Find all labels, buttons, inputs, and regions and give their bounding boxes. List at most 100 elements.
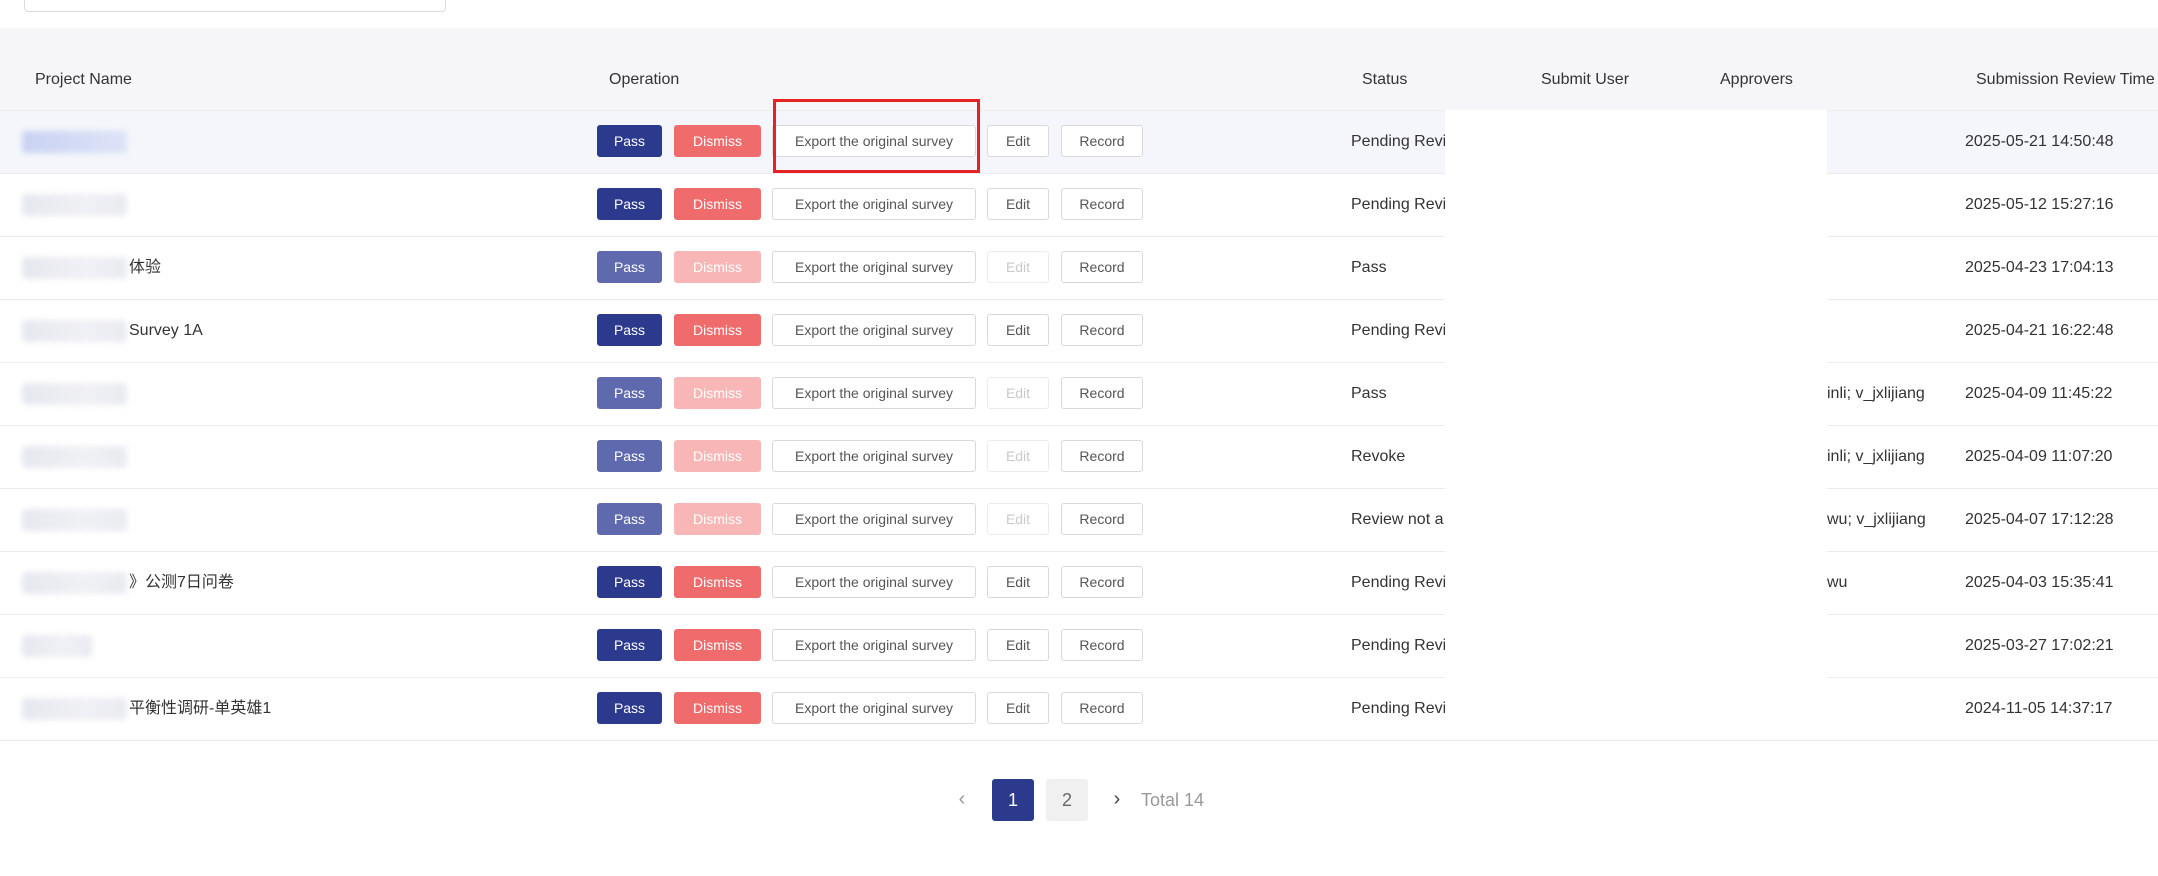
edit-button[interactable]: Edit	[987, 188, 1049, 220]
record-button[interactable]: Record	[1061, 440, 1143, 472]
status-text: Pass	[1351, 385, 1387, 402]
table-row: Pass Dismiss Export the original survey …	[0, 111, 2158, 174]
review-table: Project Name Operation Status Submit Use…	[0, 28, 2158, 741]
approvers-text	[1827, 300, 1932, 362]
dismiss-button[interactable]: Dismiss	[674, 251, 761, 283]
edit-button[interactable]: Edit	[987, 314, 1049, 346]
search-input[interactable]	[24, 0, 446, 12]
edit-button[interactable]: Edit	[987, 692, 1049, 724]
pass-button[interactable]: Pass	[597, 629, 662, 661]
header-approvers: Approvers	[1720, 71, 1793, 88]
export-original-survey-button[interactable]: Export the original survey	[772, 188, 976, 220]
table-row: Pass Dismiss Export the original survey …	[0, 489, 2158, 552]
edit-button[interactable]: Edit	[987, 251, 1049, 283]
pass-button[interactable]: Pass	[597, 251, 662, 283]
edit-button[interactable]: Edit	[987, 566, 1049, 598]
approvers-text	[1827, 678, 1932, 740]
dismiss-button[interactable]: Dismiss	[674, 440, 761, 472]
page-2-button[interactable]: 2	[1046, 779, 1088, 821]
pass-button[interactable]: Pass	[597, 377, 662, 409]
dismiss-button[interactable]: Dismiss	[674, 629, 761, 661]
approvers-text	[1827, 174, 1932, 236]
table-row: Pass Dismiss Export the original survey …	[0, 615, 2158, 678]
status-text: Pending Revi	[1351, 637, 1445, 654]
redacted-project-name	[22, 698, 127, 720]
edit-button[interactable]: Edit	[987, 125, 1049, 157]
table-body: Pass Dismiss Export the original survey …	[0, 111, 2158, 741]
submission-review-time: 2025-03-27 17:02:21	[1965, 637, 2114, 654]
record-button[interactable]: Record	[1061, 314, 1143, 346]
dismiss-button[interactable]: Dismiss	[674, 503, 761, 535]
status-text: Review not a	[1351, 511, 1444, 528]
dismiss-button[interactable]: Dismiss	[674, 692, 761, 724]
export-original-survey-button[interactable]: Export the original survey	[772, 251, 976, 283]
project-name[interactable]: Survey 1A	[129, 300, 203, 362]
dismiss-button[interactable]: Dismiss	[674, 377, 761, 409]
dismiss-button[interactable]: Dismiss	[674, 566, 761, 598]
status-text: Pending Revi	[1351, 196, 1445, 213]
export-original-survey-button[interactable]: Export the original survey	[772, 314, 976, 346]
project-name[interactable]: 》公测7日问卷	[129, 552, 234, 614]
pass-button[interactable]: Pass	[597, 314, 662, 346]
edit-button[interactable]: Edit	[987, 629, 1049, 661]
record-button[interactable]: Record	[1061, 692, 1143, 724]
table-row: 》公测7日问卷 Pass Dismiss Export the original…	[0, 552, 2158, 615]
redacted-project-name	[22, 320, 127, 342]
approvers-text: wu; v_jxlijiang	[1827, 511, 1926, 528]
header-status: Status	[1362, 71, 1408, 88]
redacted-project-name	[22, 572, 127, 594]
record-button[interactable]: Record	[1061, 377, 1143, 409]
record-button[interactable]: Record	[1061, 503, 1143, 535]
status-text: Pending Revi	[1351, 322, 1445, 339]
edit-button[interactable]: Edit	[987, 503, 1049, 535]
pass-button[interactable]: Pass	[597, 440, 662, 472]
submission-review-time: 2025-04-21 16:22:48	[1965, 322, 2114, 339]
dismiss-button[interactable]: Dismiss	[674, 314, 761, 346]
project-name[interactable]: 体验	[129, 237, 161, 299]
export-original-survey-button[interactable]: Export the original survey	[772, 377, 976, 409]
submission-review-time: 2025-04-07 17:12:28	[1965, 511, 2114, 528]
pass-button[interactable]: Pass	[597, 503, 662, 535]
record-button[interactable]: Record	[1061, 188, 1143, 220]
header-submission-review-time: Submission Review Time	[1976, 71, 2155, 88]
chevron-left-icon[interactable]: ‹	[950, 779, 974, 821]
submission-review-time: 2025-05-12 15:27:16	[1965, 196, 2114, 213]
export-original-survey-button[interactable]: Export the original survey	[772, 692, 976, 724]
total-count: Total 14	[1141, 790, 1205, 810]
page-1-button[interactable]: 1	[992, 779, 1034, 821]
status-text: Revoke	[1351, 448, 1406, 465]
dismiss-button[interactable]: Dismiss	[674, 125, 761, 157]
pass-button[interactable]: Pass	[597, 125, 662, 157]
project-name[interactable]: 平衡性调研-单英雄1	[129, 678, 271, 740]
export-original-survey-button[interactable]: Export the original survey	[772, 503, 976, 535]
pass-button[interactable]: Pass	[597, 692, 662, 724]
pass-button[interactable]: Pass	[597, 188, 662, 220]
export-original-survey-button[interactable]: Export the original survey	[772, 440, 976, 472]
redacted-project-name	[22, 131, 127, 153]
export-original-survey-button[interactable]: Export the original survey	[772, 125, 976, 157]
table-row: 平衡性调研-单英雄1 Pass Dismiss Export the origi…	[0, 678, 2158, 741]
pagination: ‹ 1 2 › Total 14	[0, 779, 2158, 821]
edit-button[interactable]: Edit	[987, 440, 1049, 472]
approvers-text	[1827, 111, 1932, 173]
status-text: Pending Revi	[1351, 700, 1445, 717]
submission-review-time: 2025-04-03 15:35:41	[1965, 574, 2114, 591]
record-button[interactable]: Record	[1061, 251, 1143, 283]
chevron-right-icon[interactable]: ›	[1105, 779, 1129, 821]
export-original-survey-button[interactable]: Export the original survey	[772, 629, 976, 661]
record-button[interactable]: Record	[1061, 125, 1143, 157]
record-button[interactable]: Record	[1061, 566, 1143, 598]
status-text: Pass	[1351, 259, 1387, 276]
record-button[interactable]: Record	[1061, 629, 1143, 661]
table-row: 体验 Pass Dismiss Export the original surv…	[0, 237, 2158, 300]
pass-button[interactable]: Pass	[597, 566, 662, 598]
export-original-survey-button[interactable]: Export the original survey	[772, 566, 976, 598]
approvers-text: wu	[1827, 574, 1848, 591]
redacted-project-name	[22, 194, 127, 216]
approvers-text	[1827, 237, 1932, 299]
dismiss-button[interactable]: Dismiss	[674, 188, 761, 220]
redacted-project-name	[22, 509, 127, 531]
redacted-project-name	[22, 446, 127, 468]
edit-button[interactable]: Edit	[987, 377, 1049, 409]
header-project-name: Project Name	[35, 71, 132, 88]
